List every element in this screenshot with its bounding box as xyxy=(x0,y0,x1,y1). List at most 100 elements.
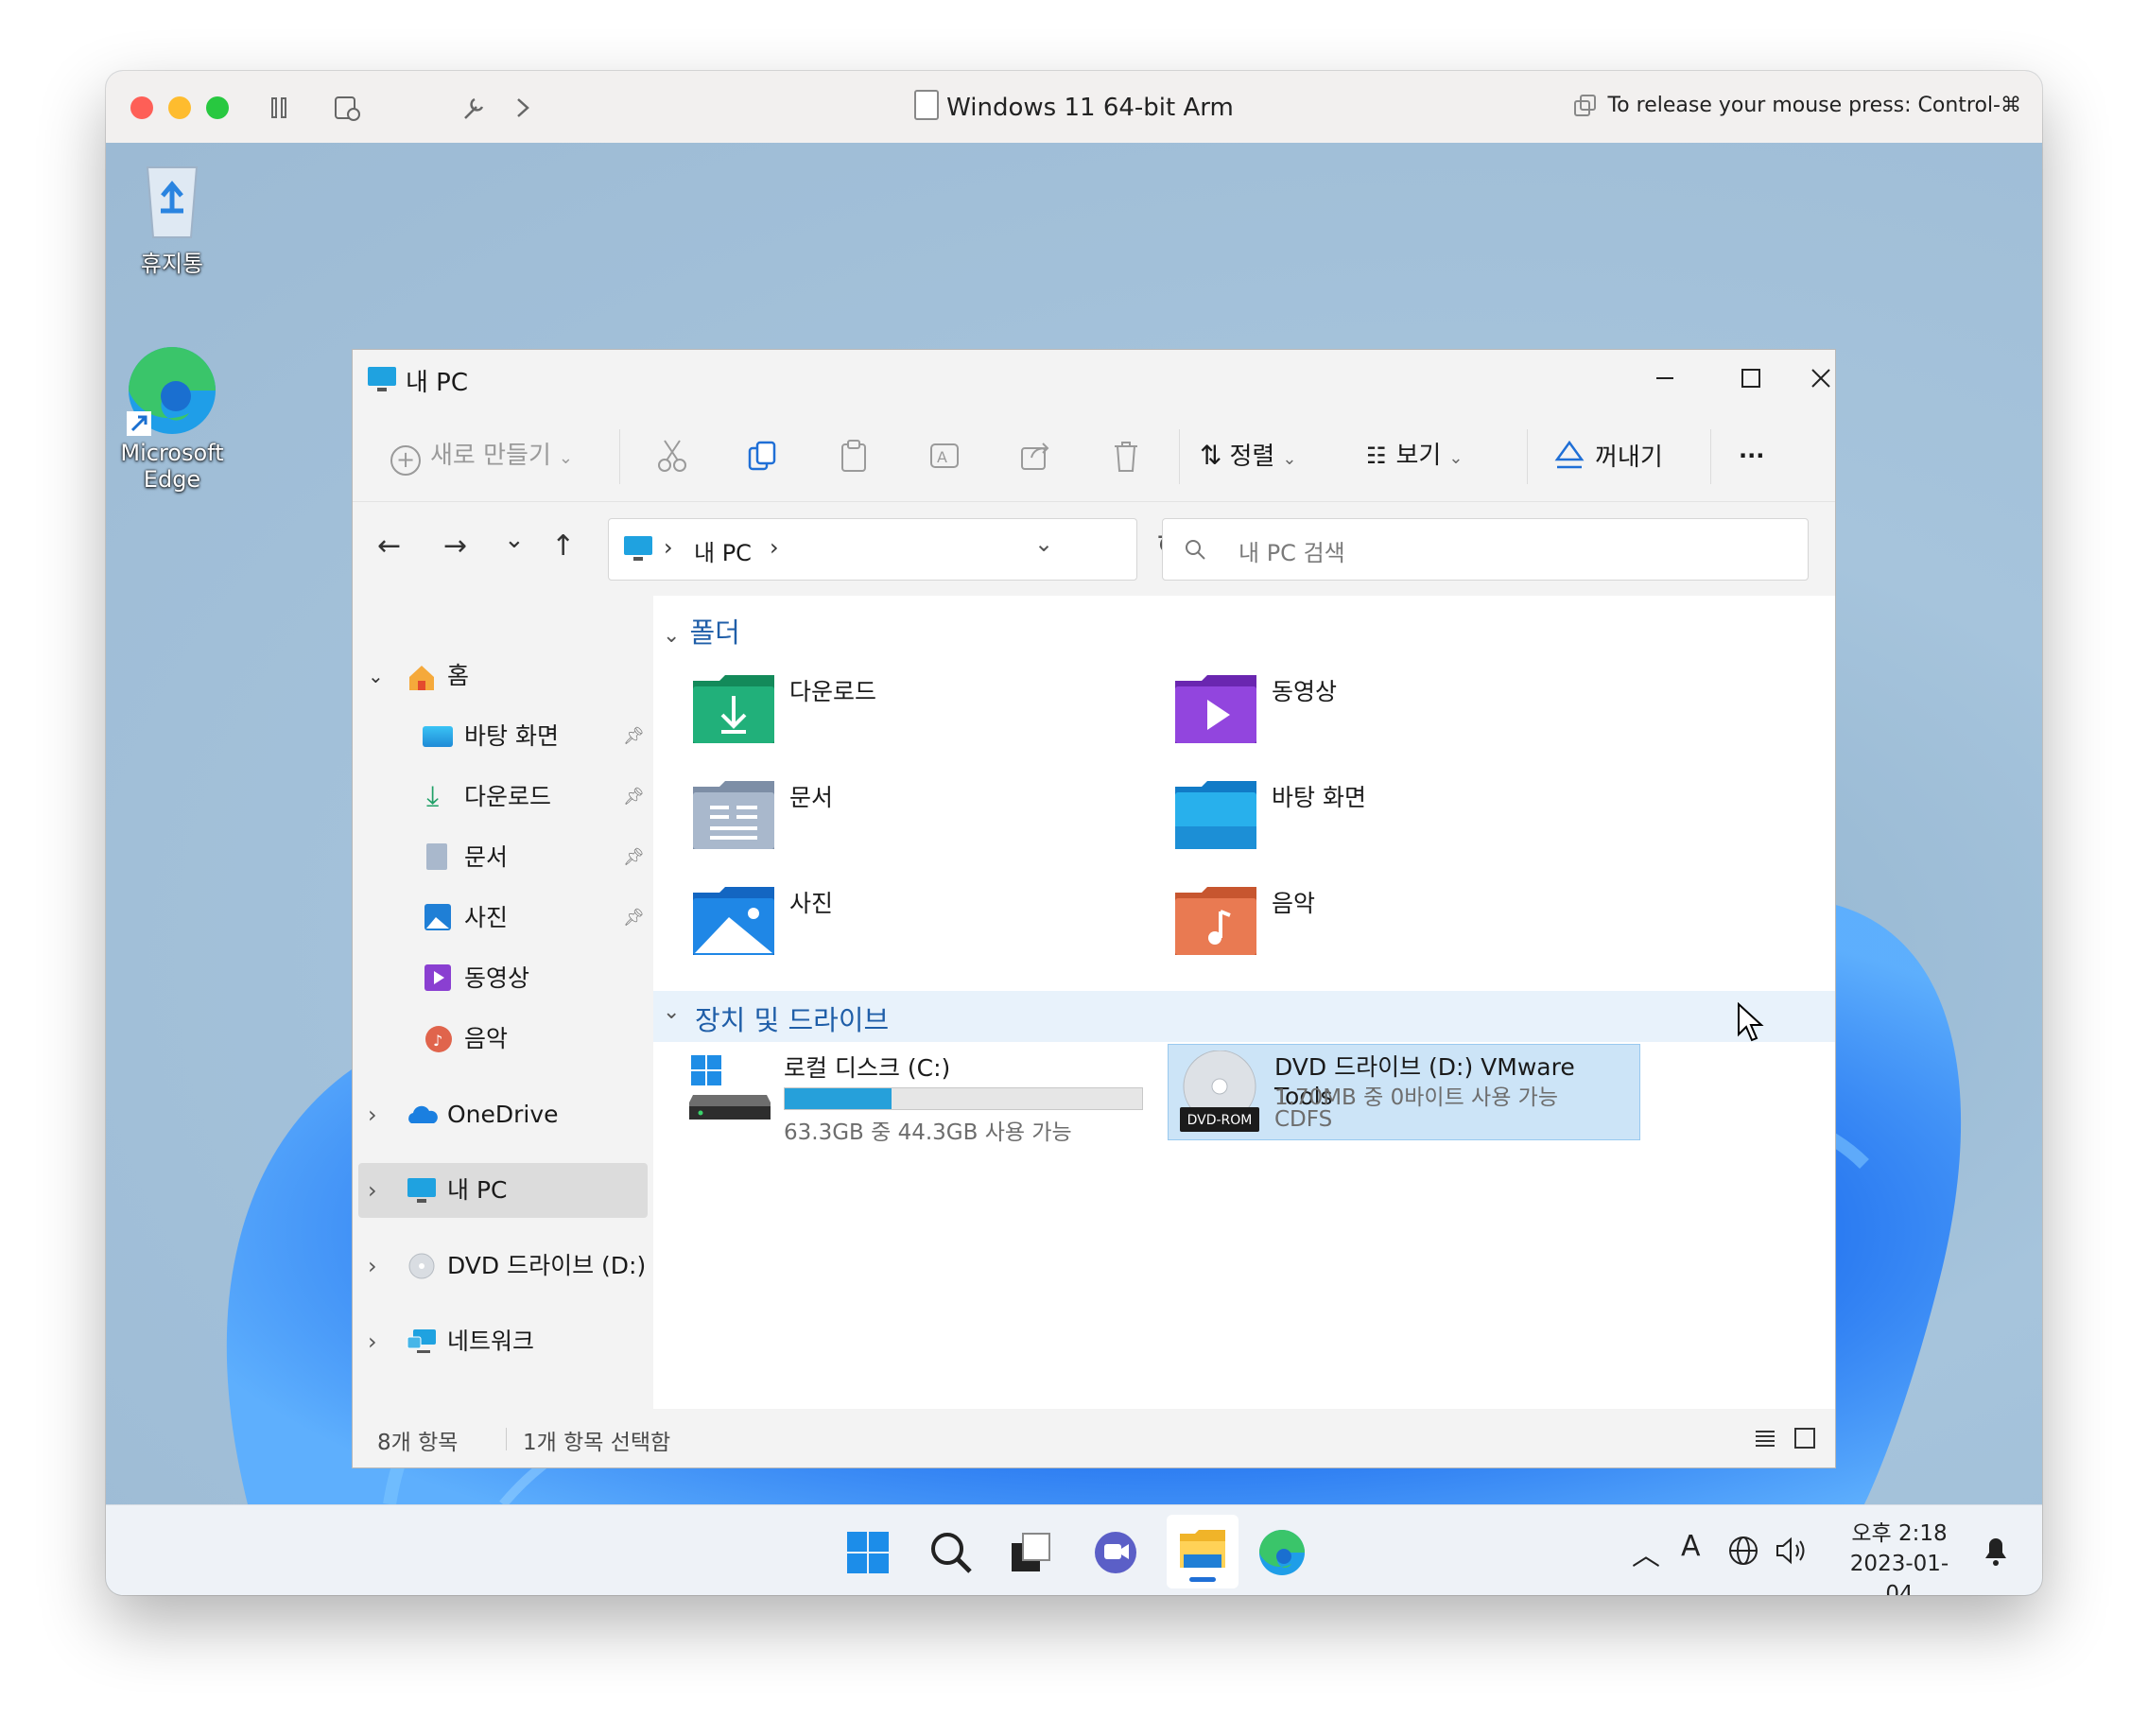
address-dropdown-icon[interactable]: ⌄ xyxy=(1034,530,1053,557)
nav-this-pc[interactable]: › 내 PC xyxy=(358,1163,648,1218)
back-button[interactable]: ← xyxy=(377,529,401,563)
collapse-chevron-icon[interactable]: ⌄ xyxy=(663,1000,680,1024)
breadcrumb-chevron-icon: › xyxy=(664,534,673,561)
drives-section-header[interactable]: ⌄ 장치 및 드라이브 xyxy=(653,991,1835,1042)
large-icons-view-icon[interactable] xyxy=(1792,1426,1818,1450)
nav-onedrive-label: OneDrive xyxy=(447,1101,559,1128)
file-explorer-window: 내 PC + 새로 만들기 ⌄ A ⇅ 정렬 ⌄ ☷ 보기 ⌄ 꺼내기 ··· … xyxy=(352,349,1836,1468)
taskbar: ︿ A 오후 2:18 2023-01-04 xyxy=(106,1504,2042,1595)
this-pc-icon xyxy=(407,1178,436,1203)
folder-label: 사진 xyxy=(789,890,834,917)
recycle-bin-desktop-icon[interactable]: 휴지통 xyxy=(115,154,229,278)
drive-d-space: 1.70MB 중 0바이트 사용 가능 xyxy=(1274,1085,1558,1110)
scissors-icon xyxy=(658,440,686,472)
edge-icon xyxy=(127,347,216,436)
forward-button[interactable]: → xyxy=(443,529,467,563)
cut-button[interactable] xyxy=(653,435,691,477)
folder-tile-music[interactable]: 음악 xyxy=(1173,883,1627,968)
edge-icon[interactable] xyxy=(1256,1526,1308,1579)
clock-time: 오후 2:18 xyxy=(1851,1521,1948,1546)
folders-section-header[interactable]: ⌄ 폴더 xyxy=(663,611,740,651)
minimize-button[interactable] xyxy=(1638,354,1691,403)
details-view-icon[interactable] xyxy=(1752,1426,1778,1450)
chat-icon[interactable] xyxy=(1089,1526,1142,1579)
nav-downloads-label: 다운로드 xyxy=(464,783,552,810)
nav-desktop[interactable]: 바탕 화면 📌︎ xyxy=(353,709,653,764)
breadcrumb-this-pc[interactable]: 내 PC xyxy=(694,534,752,567)
pin-icon[interactable]: 📌︎ xyxy=(623,709,645,764)
network-globe-icon[interactable] xyxy=(1726,1534,1760,1568)
maximize-button[interactable] xyxy=(1724,354,1776,403)
address-bar[interactable]: › 내 PC › ⌄ xyxy=(608,518,1137,581)
nav-network[interactable]: › 네트워크 xyxy=(353,1314,653,1369)
folder-label: 동영상 xyxy=(1272,678,1338,705)
expand-chevron-icon[interactable]: › xyxy=(368,1163,377,1218)
drive-tile-c[interactable]: 로컬 디스크 (C:) 63.3GB 중 44.3GB 사용 가능 xyxy=(687,1051,1160,1155)
folder-tile-pictures[interactable]: 사진 xyxy=(691,883,1145,968)
document-icon xyxy=(426,843,447,870)
more-options-button[interactable]: ··· xyxy=(1739,435,1764,477)
nav-home-label: 홈 xyxy=(447,662,470,689)
clock[interactable]: 오후 2:18 2023-01-04 xyxy=(1838,1519,1961,1595)
search-icon[interactable] xyxy=(925,1526,978,1579)
copy-window-icon[interactable] xyxy=(1573,94,1598,118)
expand-chevron-icon[interactable]: › xyxy=(368,1239,377,1293)
nav-onedrive[interactable]: › OneDrive xyxy=(353,1087,653,1142)
download-icon: ⤓ xyxy=(426,780,440,813)
music-icon: ♪ xyxy=(425,1026,452,1052)
up-button[interactable]: ↑ xyxy=(551,529,575,563)
close-button[interactable] xyxy=(1809,354,1835,403)
nav-videos[interactable]: 동영상 xyxy=(353,951,653,1006)
folder-tile-documents[interactable]: 문서 xyxy=(691,777,1145,862)
nav-dvd-label: DVD 드라이브 (D:) xyxy=(447,1252,647,1279)
task-view-icon[interactable] xyxy=(1004,1526,1057,1579)
recent-locations-button[interactable]: ⌄ xyxy=(504,526,525,554)
share-button[interactable] xyxy=(1016,435,1054,477)
expand-chevron-icon[interactable]: › xyxy=(368,1087,377,1142)
command-bar: + 새로 만들기 ⌄ A ⇅ 정렬 ⌄ ☷ 보기 ⌄ 꺼내기 ··· xyxy=(353,407,1835,502)
copy-button[interactable] xyxy=(744,435,782,477)
sort-button[interactable]: ⇅ 정렬 ⌄ xyxy=(1200,435,1296,477)
folder-tile-downloads[interactable]: 다운로드 xyxy=(691,671,1145,756)
search-icon xyxy=(1186,540,1205,560)
nav-music[interactable]: ♪ 음악 xyxy=(353,1012,653,1067)
folder-tile-videos[interactable]: 동영상 xyxy=(1173,671,1627,756)
breadcrumb-chevron-icon[interactable]: › xyxy=(770,534,779,561)
input-method-indicator[interactable]: A xyxy=(1681,1530,1701,1563)
trash-icon xyxy=(1115,442,1137,472)
nav-downloads[interactable]: ⤓ 다운로드 📌︎ xyxy=(353,770,653,825)
pin-icon[interactable]: 📌︎ xyxy=(623,830,645,885)
nav-pictures[interactable]: 사진 📌︎ xyxy=(353,891,653,946)
drives-section-title: 장치 및 드라이브 xyxy=(695,1004,890,1036)
mouse-cursor-icon xyxy=(1738,1002,1764,1042)
folder-tile-desktop[interactable]: 바탕 화면 xyxy=(1173,777,1627,862)
new-button[interactable]: + 새로 만들기 ⌄ xyxy=(390,435,573,477)
nav-dvd-drive[interactable]: › DVD 드라이브 (D:) xyxy=(353,1239,653,1293)
file-explorer-taskbar-button[interactable] xyxy=(1167,1515,1239,1588)
start-icon[interactable] xyxy=(841,1526,894,1579)
nav-documents[interactable]: 문서 📌︎ xyxy=(353,830,653,885)
search-box[interactable]: 내 PC 검색 xyxy=(1162,518,1809,581)
item-count: 8개 항목 xyxy=(377,1431,459,1455)
expand-chevron-icon[interactable]: ⌄ xyxy=(368,649,384,703)
notification-bell-icon[interactable] xyxy=(1980,1534,2012,1568)
explorer-titlebar: 내 PC xyxy=(353,350,1835,407)
new-button-label: 새로 만들기 xyxy=(430,442,551,470)
pin-icon[interactable]: 📌︎ xyxy=(623,770,645,825)
collapse-chevron-icon[interactable]: ⌄ xyxy=(663,624,680,648)
expand-chevron-icon[interactable]: › xyxy=(368,1314,377,1369)
folder-label: 바탕 화면 xyxy=(1272,784,1366,811)
paste-button[interactable] xyxy=(835,435,873,477)
view-button[interactable]: ☷ 보기 ⌄ xyxy=(1366,435,1463,477)
edge-desktop-icon[interactable]: Microsoft Edge xyxy=(115,341,229,493)
eject-button[interactable]: 꺼내기 xyxy=(1553,435,1663,477)
delete-button[interactable] xyxy=(1107,435,1145,477)
rename-button[interactable]: A xyxy=(926,435,963,477)
pin-icon[interactable]: 📌︎ xyxy=(623,891,645,946)
release-mouse-hint: To release your mouse press: Control-⌘ xyxy=(1607,94,2021,117)
nav-network-label: 네트워크 xyxy=(447,1328,535,1355)
nav-home[interactable]: ⌄ 홈 xyxy=(353,649,653,703)
show-hidden-icons-button[interactable]: ︿ xyxy=(1632,1532,1660,1573)
drive-tile-d[interactable]: DVD-ROM DVD 드라이브 (D:) VMware Tools 1.70M… xyxy=(1168,1044,1640,1140)
volume-icon[interactable] xyxy=(1774,1534,1811,1568)
